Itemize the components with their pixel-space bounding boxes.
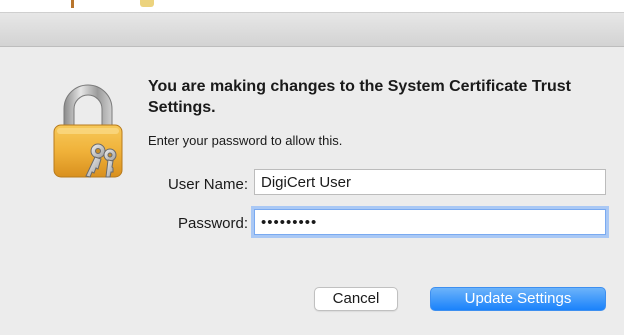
password-field[interactable] bbox=[254, 209, 606, 235]
user-name-field[interactable] bbox=[254, 169, 606, 195]
update-settings-button[interactable]: Update Settings bbox=[430, 287, 606, 311]
padlock-with-keys-icon bbox=[53, 84, 123, 178]
background-window-strip bbox=[0, 0, 624, 10]
dialog-titlebar bbox=[0, 13, 624, 47]
dialog-heading: You are making changes to the System Cer… bbox=[148, 78, 571, 116]
background-window-mark bbox=[140, 0, 154, 7]
cancel-button[interactable]: Cancel bbox=[314, 287, 398, 311]
dialog-subtext: Enter your password to allow this. bbox=[148, 133, 343, 148]
authentication-dialog: You are making changes to the System Cer… bbox=[0, 12, 624, 335]
password-label: Password: bbox=[177, 215, 248, 232]
user-name-label: User Name: bbox=[167, 176, 248, 193]
background-window-mark bbox=[71, 0, 74, 8]
